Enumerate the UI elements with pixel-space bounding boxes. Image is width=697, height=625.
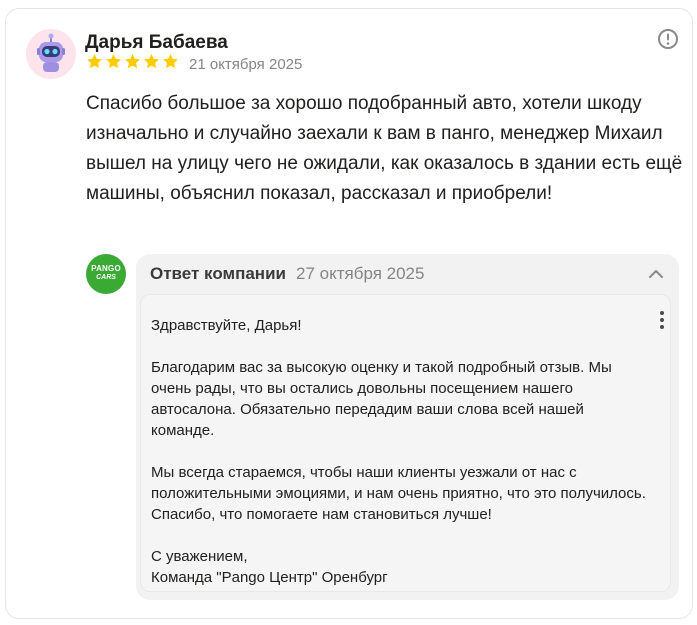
robot-avatar-icon (26, 29, 76, 79)
star-icon (144, 54, 159, 69)
reply-signature-line2: Команда "Pango Центр" Оренбург (151, 569, 388, 586)
review-card: Дарья Бабаева 21 октября 2025 Спасибо бо… (5, 8, 693, 619)
reply-text: Здравствуйте, Дарья! Благодарим вас за в… (151, 315, 646, 588)
reply-paragraph: Мы всегда стараемся, чтобы наши клиенты … (151, 464, 646, 523)
review-date: 21 октября 2025 (189, 56, 303, 73)
info-icon[interactable] (657, 28, 679, 50)
avatar[interactable] (26, 29, 76, 79)
star-icon (106, 54, 121, 69)
reply-signature-line1: С уважением, (151, 548, 248, 565)
star-icon (87, 54, 102, 69)
reply-body: Здравствуйте, Дарья! Благодарим вас за в… (140, 294, 671, 592)
company-logo[interactable]: PANGO CARS (86, 254, 126, 294)
company-reply: Ответ компании 27 октября 2025 Здравству… (136, 254, 679, 600)
star-icon (163, 54, 178, 69)
reply-greeting: Здравствуйте, Дарья! (151, 317, 302, 334)
chevron-up-icon[interactable] (648, 268, 664, 280)
review-author[interactable]: Дарья Бабаева (85, 32, 228, 54)
reply-header-toggle[interactable]: Ответ компании 27 октября 2025 (136, 254, 679, 294)
rating-stars (86, 53, 179, 70)
reply-title: Ответ компании (150, 264, 286, 283)
review-text: Спасибо большое за хорошо подобранный ав… (86, 93, 683, 204)
company-logo-line1: PANGO (91, 264, 121, 273)
reply-paragraph: Благодарим вас за высокую оценку и такой… (151, 359, 612, 439)
star-icon (125, 54, 140, 69)
company-logo-line2: CARS (96, 274, 116, 281)
more-vertical-icon[interactable] (652, 309, 672, 331)
reply-date: 27 октября 2025 (296, 264, 425, 283)
